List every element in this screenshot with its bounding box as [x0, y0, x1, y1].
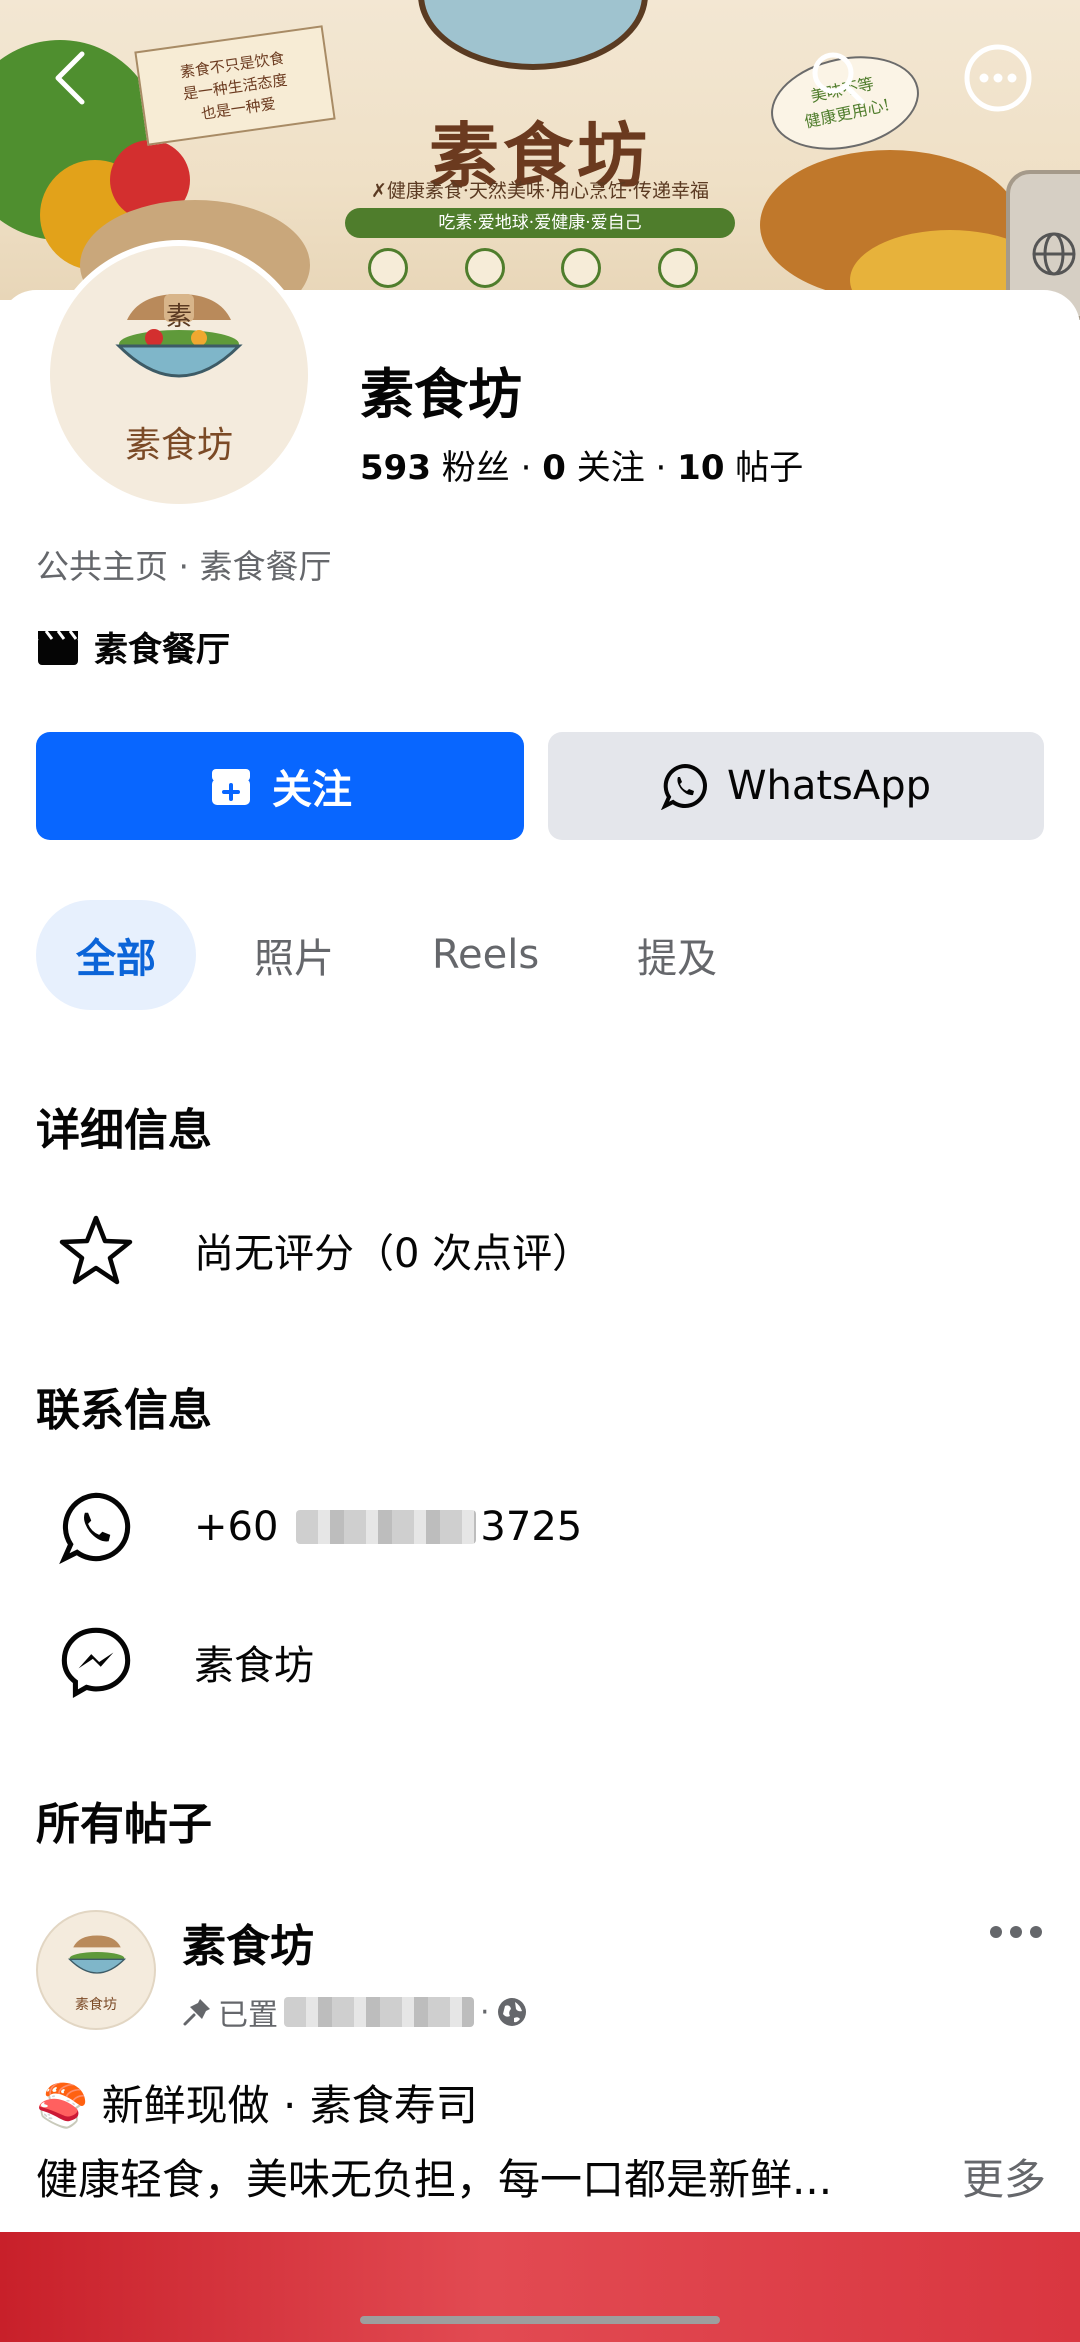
leaf-icon — [657, 248, 698, 288]
home-indicator[interactable] — [360, 2316, 720, 2324]
redacted-phone — [296, 1510, 477, 1544]
more-horizontal-icon — [990, 1926, 1042, 1938]
avatar-text: 素食坊 — [124, 425, 233, 466]
tab-all[interactable]: 全部 — [36, 900, 196, 1010]
sushi-emoji-icon: 🍣 — [36, 2081, 89, 2130]
bowl-icon — [464, 248, 505, 288]
messenger-icon — [61, 1627, 131, 1699]
salad-bowl-logo-icon — [67, 1935, 127, 1974]
followers-label[interactable]: 粉丝 — [442, 448, 510, 488]
following-label[interactable]: 关注 — [577, 448, 645, 488]
whatsapp-label: WhatsApp — [726, 763, 932, 809]
follow-button[interactable]: 关注 — [36, 732, 524, 840]
search-icon — [812, 52, 865, 105]
tab-mentions[interactable]: 提及 — [597, 900, 757, 1010]
cover-tagline: ✗健康素食·天然美味·用心烹饪·传递幸福 — [370, 180, 710, 202]
page-category: 素食餐厅 — [36, 622, 230, 671]
post-author[interactable]: 素食坊 — [182, 1910, 314, 1974]
star-icon — [59, 1215, 133, 1285]
follow-label: 关注 — [272, 767, 352, 813]
following-count[interactable]: 0 — [542, 448, 566, 488]
heart-icon — [561, 248, 602, 288]
tab-reels[interactable]: Reels — [392, 900, 579, 1010]
phone-row[interactable]: +60 3725 — [36, 1487, 582, 1567]
whatsapp-icon — [660, 763, 707, 810]
messenger-name: 素食坊 — [194, 1643, 314, 1689]
post-avatar-text: 素食坊 — [75, 1997, 117, 2013]
posts-label[interactable]: 帖子 — [735, 448, 803, 488]
pinned-label: 已置 — [218, 1998, 278, 2033]
post-image[interactable] — [0, 2232, 1080, 2342]
posts-title: 所有帖子 — [36, 1799, 212, 1850]
post-body-text: 健康轻食，美味无负担，每一口都是新鲜... — [36, 2155, 833, 2204]
rating-row[interactable]: 尚无评分（0 次点评） — [36, 1210, 592, 1290]
globe-icon — [1032, 232, 1076, 276]
cover-icons — [368, 248, 698, 288]
chevron-left-icon — [55, 51, 85, 105]
separator: · — [520, 448, 543, 488]
pin-icon — [183, 1999, 210, 2026]
page-title: 素食坊 — [360, 363, 522, 426]
followers-count[interactable]: 593 — [360, 448, 431, 488]
globe-icon — [497, 1998, 526, 2026]
whatsapp-icon — [59, 1492, 131, 1565]
clapper-icon — [38, 629, 78, 665]
redacted-date — [284, 1997, 474, 2027]
post-more-button[interactable] — [986, 1920, 1046, 1948]
rating-text: 尚无评分（0 次点评） — [194, 1231, 593, 1277]
post-title: 新鲜现做 · 素食寿司 — [101, 2081, 478, 2130]
phone-prefix: +60 — [194, 1504, 279, 1550]
see-more-link[interactable]: 更多 — [955, 2146, 1046, 2207]
post-title-line: 🍣 新鲜现做 · 素食寿司 — [36, 2072, 478, 2133]
follow-icon — [212, 769, 250, 805]
profile-stats: 593 粉丝 · 0 关注 · 10 帖子 — [360, 440, 803, 489]
page-meta: 公共主页 · 素食餐厅 — [36, 547, 332, 586]
more-icon — [964, 44, 1032, 112]
post-header: 素食坊 素食坊 已置 · — [36, 1910, 1046, 2040]
phone-suffix: 3725 — [480, 1504, 583, 1550]
tab-photos[interactable]: 照片 — [214, 900, 374, 1010]
cover-ribbon: 吃素·爱地球·爱健康·爱自己 — [345, 208, 735, 238]
posts-count[interactable]: 10 — [677, 448, 724, 488]
category-label: 素食餐厅 — [94, 630, 230, 670]
details-title: 详细信息 — [36, 1105, 212, 1156]
avatar-badge: 素 — [165, 302, 192, 332]
post-subline: 已置 · — [182, 1990, 528, 2034]
messenger-row[interactable]: 素食坊 — [36, 1622, 314, 1702]
profile-tabs: 全部 照片 Reels 提及 — [36, 900, 775, 1010]
more-button[interactable] — [960, 40, 1036, 116]
cover-bowl-top — [418, 0, 648, 70]
avatar[interactable]: 素 素食坊 — [44, 240, 314, 510]
search-button[interactable] — [800, 40, 876, 116]
separator: · — [480, 1994, 490, 2030]
leaf-icon — [368, 248, 408, 288]
contact-title: 联系信息 — [36, 1385, 212, 1436]
post-avatar[interactable]: 素食坊 — [36, 1910, 156, 2030]
whatsapp-button[interactable]: WhatsApp — [548, 732, 1044, 840]
post-body: 健康轻食，美味无负担，每一口都是新鲜... 更多 — [36, 2146, 1046, 2207]
separator: · — [655, 448, 678, 488]
back-button[interactable] — [32, 40, 108, 116]
